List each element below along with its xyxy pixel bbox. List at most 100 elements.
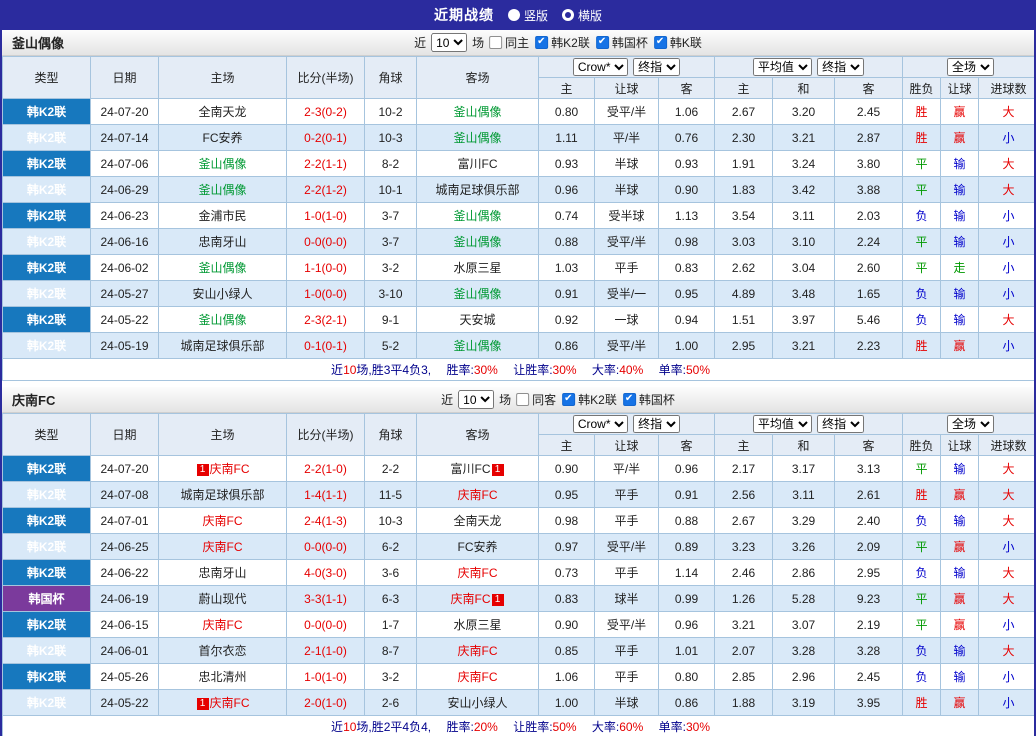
goals-cell: 小 bbox=[978, 533, 1034, 560]
odds-away-cell: 0.83 bbox=[658, 254, 715, 281]
col-avg-away: 客 bbox=[833, 77, 904, 99]
avg-away-cell: 2.09 bbox=[833, 533, 904, 560]
recent-count-select[interactable]: 10 bbox=[431, 33, 468, 52]
checkbox-unchecked-icon[interactable] bbox=[516, 393, 530, 406]
odds-home-cell: 0.98 bbox=[538, 507, 595, 534]
date-cell: 24-05-22 bbox=[90, 689, 159, 716]
result-cell: 负 bbox=[902, 280, 942, 307]
average-select[interactable]: 平均值 bbox=[752, 415, 812, 433]
odds-home-cell: 0.74 bbox=[538, 202, 595, 229]
avg-home-cell: 1.88 bbox=[714, 689, 773, 716]
odds-away-cell: 0.89 bbox=[658, 533, 715, 560]
avg-home-cell: 2.17 bbox=[714, 455, 773, 482]
col-date: 日期 bbox=[90, 56, 159, 99]
avg-away-cell: 2.40 bbox=[833, 507, 904, 534]
checkbox-checked-icon[interactable] bbox=[595, 36, 609, 49]
handicap-result-cell: 赢 bbox=[940, 332, 980, 359]
team-name: 金浦市民 bbox=[198, 209, 247, 223]
summary-count: 10 bbox=[343, 720, 357, 734]
goals-cell: 小 bbox=[978, 689, 1034, 716]
score-cell: 4-0(3-0) bbox=[286, 559, 365, 586]
home-team-cell: 忠北清州 bbox=[158, 663, 287, 690]
filter-checkbox[interactable]: 同客 bbox=[516, 391, 556, 408]
scope-select[interactable]: 全场 bbox=[947, 415, 995, 433]
match-row: 韩K2联 24-05-27 安山小绿人 1-0(0-0) 3-10 釜山偶像 0.91 受半/… bbox=[2, 280, 1034, 307]
checkbox-checked-icon[interactable] bbox=[535, 36, 549, 49]
avg-draw-cell: 3.11 bbox=[772, 202, 835, 229]
odds-home-cell: 0.86 bbox=[538, 332, 595, 359]
handicap-cell: 半球 bbox=[594, 689, 659, 716]
handicap-result-cell: 赢 bbox=[940, 689, 980, 716]
layout-radio-horizontal[interactable]: 横版 bbox=[562, 7, 602, 24]
home-team-cell: 釜山偶像 bbox=[158, 306, 287, 333]
filter-checkbox[interactable]: 韩国杯 bbox=[622, 391, 675, 408]
scope-select[interactable]: 全场 bbox=[947, 58, 995, 76]
avg-home-cell: 1.91 bbox=[714, 150, 773, 177]
bookmaker-select[interactable]: Crow* bbox=[572, 58, 628, 76]
corner-cell: 3-7 bbox=[364, 228, 417, 255]
home-team-cell: 蔚山现代 bbox=[158, 585, 287, 612]
corner-cell: 1-7 bbox=[364, 611, 417, 638]
bookmaker-select[interactable]: Crow* bbox=[572, 415, 628, 433]
score-cell: 2-3(0-2) bbox=[286, 98, 365, 125]
odds-away-cell: 0.96 bbox=[658, 455, 715, 482]
odds-home-cell: 0.73 bbox=[538, 559, 595, 586]
odds-home-cell: 1.00 bbox=[538, 689, 595, 716]
checkbox-checked-icon[interactable] bbox=[562, 393, 576, 406]
away-team-cell: 釜山偶像 bbox=[416, 228, 539, 255]
date-cell: 24-07-06 bbox=[90, 150, 159, 177]
avg-home-cell: 2.67 bbox=[714, 98, 773, 125]
col-date: 日期 bbox=[90, 413, 159, 456]
handicap-result-cell: 输 bbox=[940, 507, 980, 534]
recent-count-select[interactable]: 10 bbox=[458, 390, 495, 409]
top-bar: 近期战绩 竖版 横版 bbox=[2, 0, 1034, 30]
result-cell: 胜 bbox=[902, 124, 942, 151]
league-cell: 韩K2联 bbox=[2, 663, 91, 690]
goals-cell: 小 bbox=[978, 202, 1034, 229]
checkbox-checked-icon[interactable] bbox=[622, 393, 636, 406]
avg-away-cell: 2.95 bbox=[833, 559, 904, 586]
avg-draw-cell: 3.19 bbox=[772, 689, 835, 716]
bookmaker-index-select[interactable]: 终指 bbox=[633, 58, 681, 76]
avg-draw-cell: 2.96 bbox=[772, 663, 835, 690]
away-team-cell: 水原三星 bbox=[416, 254, 539, 281]
checkbox-label: 韩K2联 bbox=[551, 36, 590, 50]
avg-draw-cell: 3.17 bbox=[772, 455, 835, 482]
result-cell: 负 bbox=[902, 202, 942, 229]
stat-value: 60% bbox=[619, 720, 644, 734]
corner-cell: 6-3 bbox=[364, 585, 417, 612]
section-busan-ipark: 釜山偶像 近 10 场 同主韩K2联韩国杯韩K联 类型 日期 主场 比分(半场) bbox=[2, 30, 1034, 381]
games-label: 场 bbox=[472, 36, 485, 50]
col-odds-home: 主 bbox=[538, 434, 595, 456]
filter-bar: 近 10 场 同主 韩K2联 韩国杯 韩K联 bbox=[414, 33, 702, 52]
radio-label-horizontal: 横版 bbox=[578, 8, 603, 23]
average-index-select[interactable]: 终指 bbox=[817, 58, 865, 76]
layout-radio-vertical[interactable]: 竖版 bbox=[507, 7, 548, 24]
matches-table: 类型 日期 主场 比分(半场) 角球 客场 Crow* 终指 平均值 终指 全场… bbox=[2, 56, 1034, 381]
goals-cell: 大 bbox=[978, 481, 1034, 508]
stat-value: 20% bbox=[473, 720, 498, 734]
team-name: 天安城 bbox=[459, 313, 496, 327]
team-name: 首尔衣恋 bbox=[198, 644, 247, 658]
team-name: 忠北清州 bbox=[198, 670, 247, 684]
filter-checkbox[interactable]: 同主 bbox=[489, 34, 529, 51]
filter-checkbox[interactable]: 韩K2联 bbox=[562, 391, 617, 408]
radio-unchecked-icon[interactable] bbox=[507, 9, 520, 21]
match-row: 韩K2联 24-06-02 釜山偶像 1-1(0-0) 3-2 水原三星 1.03 平手 0.8… bbox=[2, 254, 1034, 281]
bookmaker-index-select[interactable]: 终指 bbox=[633, 415, 681, 433]
col-odds-home: 主 bbox=[538, 77, 595, 99]
filter-checkbox[interactable]: 韩国杯 bbox=[595, 34, 648, 51]
average-select[interactable]: 平均值 bbox=[752, 58, 812, 76]
average-index-select[interactable]: 终指 bbox=[817, 415, 865, 433]
checkbox-checked-icon[interactable] bbox=[653, 36, 667, 49]
date-cell: 24-06-29 bbox=[90, 176, 159, 203]
filter-checkbox[interactable]: 韩K2联 bbox=[535, 34, 590, 51]
col-odds-away: 客 bbox=[658, 434, 715, 456]
handicap-cell: 平/半 bbox=[594, 124, 659, 151]
checkbox-unchecked-icon[interactable] bbox=[489, 36, 503, 49]
radio-checked-icon[interactable] bbox=[562, 9, 574, 21]
handicap-cell: 平手 bbox=[594, 637, 659, 664]
col-away: 客场 bbox=[416, 413, 539, 456]
team-name: FC安养 bbox=[457, 540, 498, 554]
filter-checkbox[interactable]: 韩K联 bbox=[653, 34, 702, 51]
